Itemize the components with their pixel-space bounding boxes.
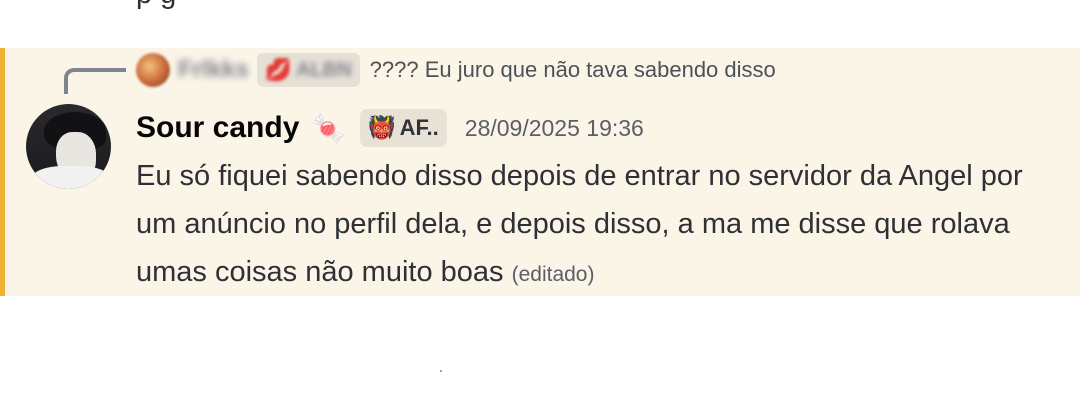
stray-dot [440,370,442,372]
message-header: Sour candy 🍬 👹 AF.. 28/09/2025 19:36 [136,108,644,148]
role-tag-label: AF.. [399,115,439,140]
reply-author-name[interactable]: Frlkks [178,56,249,84]
message[interactable]: Frlkks 💋 ALBN ???? Eu juro que não tava … [0,48,1080,296]
reply-author-avatar[interactable] [136,53,170,87]
username[interactable]: Sour candy [136,111,299,145]
mention-highlight-bar [0,48,5,296]
avatar[interactable] [26,104,111,189]
timestamp: 28/09/2025 19:36 [464,114,644,141]
reply-role-tag-label: ALBN [296,58,352,81]
previous-message-tail: p g [136,0,176,11]
role-tag[interactable]: 👹 AF.. [360,109,447,147]
reply-spine [64,68,126,94]
reply-role-tag: 💋 ALBN [256,53,360,87]
candy-icon: 🍬 [311,112,347,144]
demon-icon: 👹 [368,115,396,140]
message-content: Eu só fiquei sabendo disso depois de ent… [136,152,1036,299]
edited-label: (editado) [511,263,595,286]
reply-text[interactable]: ???? Eu juro que não tava sabendo disso [370,57,776,83]
lips-icon: 💋 [264,57,293,82]
reply-preview[interactable]: Frlkks 💋 ALBN ???? Eu juro que não tava … [136,52,776,88]
